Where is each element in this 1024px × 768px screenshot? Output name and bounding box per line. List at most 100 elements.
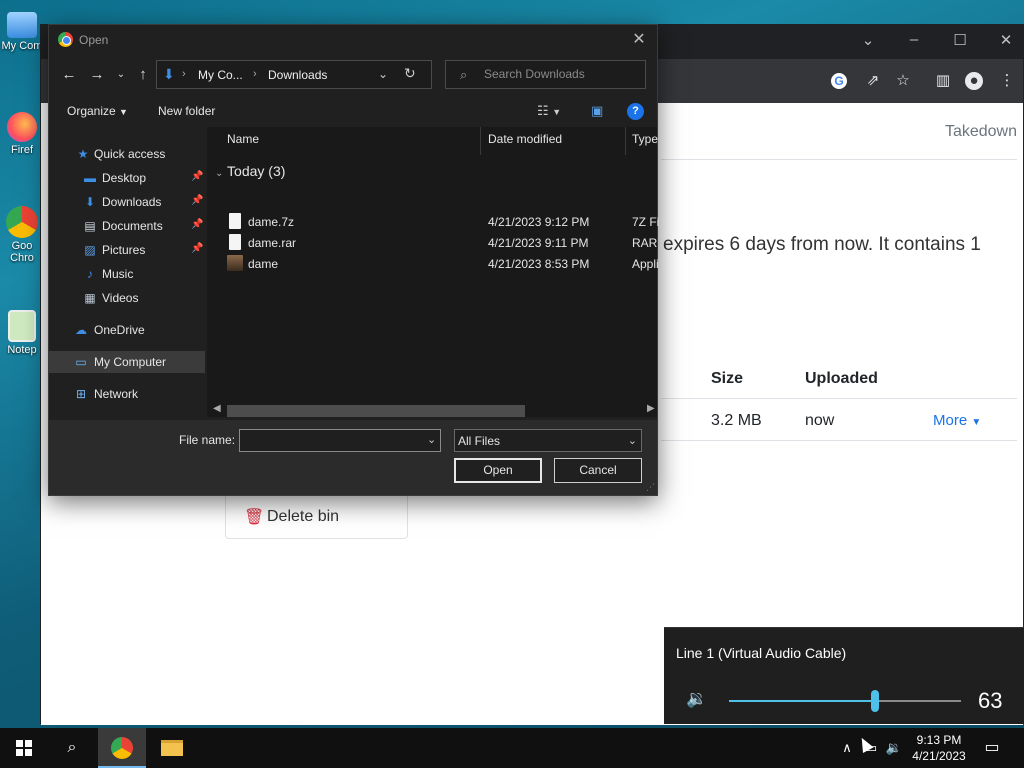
up-button[interactable]: ↑ (131, 65, 155, 85)
nav-item-music[interactable]: ♪ Music (49, 263, 205, 285)
chevron-down-icon[interactable]: ⌄ (853, 31, 883, 49)
star-icon[interactable]: ☆ (893, 71, 913, 91)
taskbar-chrome-button[interactable] (98, 728, 146, 768)
address-bar[interactable]: ⬇ › My Co... › Downloads ⌄ (156, 60, 432, 89)
open-button[interactable]: Open (454, 458, 542, 483)
preview-pane-icon[interactable]: ▣ (591, 103, 603, 119)
delete-bin-button[interactable]: 🗑 Delete bin (225, 495, 408, 539)
desktop-icon-notepad[interactable]: Notep (0, 310, 44, 356)
caret-down-icon: ▼ (119, 107, 128, 117)
pin-icon: 📌 (191, 243, 204, 254)
pin-icon: 📌 (191, 195, 204, 206)
profile-icon[interactable]: ● (965, 72, 983, 90)
nav-item-label: Network (94, 387, 139, 401)
nav-item-my-computer[interactable]: ▭ My Computer (49, 351, 205, 373)
view-options-icon[interactable]: ☷ ▼ (537, 103, 561, 119)
download-icon: ⬇ (163, 66, 175, 82)
file-type-select[interactable]: All Files ⌄ (454, 429, 642, 452)
divider (661, 159, 1017, 160)
organize-menu[interactable]: Organize ▼ (67, 104, 128, 118)
file-name-field[interactable] (239, 429, 441, 452)
new-folder-button[interactable]: New folder (158, 104, 215, 118)
column-divider[interactable] (480, 127, 481, 155)
clock-date: 4/21/2023 (912, 749, 966, 763)
desktop-icon-my-computer[interactable]: My Com (0, 10, 44, 52)
share-icon[interactable]: ⇗ (863, 71, 883, 91)
speaker-icon[interactable]: 🔉 (686, 689, 707, 709)
chevron-right-icon: › (253, 68, 257, 80)
forward-button[interactable]: → (85, 65, 109, 85)
nav-item-quick-access[interactable]: ★ Quick access (49, 143, 205, 165)
file-row[interactable]: dame.7z 4/21/2023 9:12 PM 7Z Fi (207, 211, 660, 232)
chevron-down-icon[interactable]: ⌄ (427, 433, 436, 446)
column-divider[interactable] (625, 127, 626, 155)
column-header-type[interactable]: Type (632, 132, 658, 146)
star-icon: ★ (77, 147, 89, 161)
file-date: 4/21/2023 9:11 PM (488, 236, 589, 250)
chevron-down-icon: ⌄ (215, 168, 224, 179)
nav-item-downloads[interactable]: ⬇ Downloads 📌 (49, 191, 205, 213)
chrome-icon (6, 206, 38, 238)
volume-slider[interactable] (729, 690, 961, 712)
audio-device-name[interactable]: Line 1 (Virtual Audio Cable) (676, 645, 846, 661)
file-date: 4/21/2023 9:12 PM (488, 215, 590, 229)
scrollbar-thumb[interactable] (227, 405, 525, 417)
nav-item-onedrive[interactable]: ☁ OneDrive (49, 319, 205, 341)
desktop-icon-chrome[interactable]: Goo Chro (0, 206, 44, 264)
nav-item-documents[interactable]: ▤ Documents 📌 (49, 215, 205, 237)
volume-icon[interactable]: 🔉 (883, 728, 905, 768)
action-center-icon[interactable]: ▭ (980, 728, 1004, 768)
file-name: dame.7z (248, 215, 295, 229)
volume-slider-thumb[interactable] (871, 690, 879, 712)
download-icon: ⬇ (84, 195, 96, 209)
maximize-button[interactable]: ☐ (945, 31, 975, 49)
search-input[interactable] (484, 67, 634, 81)
nav-item-videos[interactable]: ▦ Videos (49, 287, 205, 309)
file-row[interactable]: dame.rar 4/21/2023 9:11 PM RAR (207, 232, 657, 253)
group-header-today[interactable]: ⌄ Today (3) (215, 163, 285, 179)
breadcrumb-item[interactable]: Downloads (268, 68, 327, 82)
breadcrumb-item[interactable]: My Co... (198, 68, 243, 82)
close-button[interactable]: ✕ (991, 31, 1021, 49)
clock[interactable]: 9:13 PM 4/21/2023 (908, 732, 970, 764)
file-name: dame.rar (248, 236, 297, 250)
nav-item-pictures[interactable]: ▨ Pictures 📌 (49, 239, 205, 261)
minimize-button[interactable]: – (899, 31, 929, 48)
file-icon (229, 234, 241, 250)
show-hidden-icons-icon[interactable]: ∧ (838, 728, 856, 768)
network-icon: ⊞ (75, 387, 87, 401)
search-button[interactable]: ⌕ (48, 728, 96, 768)
help-icon[interactable]: ? (627, 103, 644, 120)
navigation-pane: ★ Quick access ▬ Desktop 📌 ⬇ Downloads 📌… (49, 127, 205, 417)
desktop-icon-firefox[interactable]: Firef (0, 112, 44, 156)
folder-icon (161, 739, 183, 756)
back-button[interactable]: ← (57, 65, 81, 85)
scroll-left-icon[interactable]: ◀ (213, 403, 221, 414)
scroll-right-icon[interactable]: ▶ (647, 403, 655, 414)
resize-grip-icon[interactable]: ⋰ (646, 482, 655, 493)
google-icon[interactable]: G (831, 73, 847, 89)
nav-item-network[interactable]: ⊞ Network (49, 383, 205, 405)
column-header-name[interactable]: Name (227, 132, 259, 146)
chevron-right-icon: › (182, 68, 186, 80)
search-box[interactable]: ⌕ (445, 60, 646, 89)
nav-item-desktop[interactable]: ▬ Desktop 📌 (49, 167, 205, 189)
horizontal-scrollbar[interactable]: ◀ ▶ (207, 403, 657, 417)
refresh-icon[interactable]: ↻ (404, 65, 416, 82)
desktop-icon-label: My Com (1, 40, 43, 52)
nav-takedown-link[interactable]: Takedown (945, 123, 1017, 141)
chevron-down-icon[interactable]: ⌄ (378, 67, 388, 81)
documents-icon: ▤ (84, 219, 96, 233)
side-panel-icon[interactable]: ▥ (933, 71, 953, 91)
more-dropdown-button[interactable]: More ▼ (933, 412, 981, 429)
file-type: 7Z Fi (632, 215, 660, 229)
column-header-date-modified[interactable]: Date modified (488, 132, 562, 146)
taskbar-file-explorer-button[interactable] (148, 728, 196, 768)
menu-icon[interactable]: ⋮ (997, 71, 1017, 91)
start-button[interactable] (0, 728, 48, 768)
file-row[interactable]: dame 4/21/2023 8:53 PM Appli (207, 253, 659, 274)
close-icon[interactable]: ✕ (629, 29, 649, 49)
desktop-icon-label: Firef (11, 144, 33, 156)
recent-locations-icon[interactable]: ⌄ (109, 65, 133, 85)
cancel-button[interactable]: Cancel (554, 458, 642, 483)
